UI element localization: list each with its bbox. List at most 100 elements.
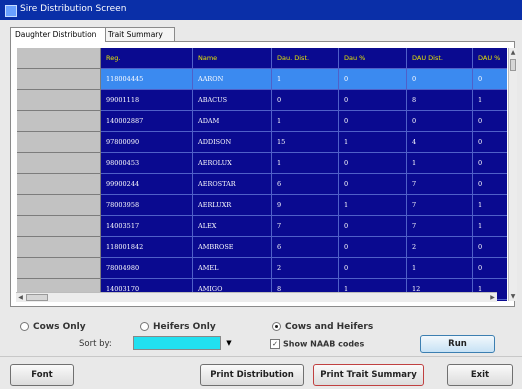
sort-by-field[interactable] [133,336,221,350]
table-cell[interactable]: ADDISON [193,132,272,153]
table-cell[interactable]: 2 [407,237,473,258]
table-cell[interactable]: 1 [272,69,339,90]
scroll-down-icon[interactable]: ▼ [509,292,517,301]
scroll-up-icon[interactable]: ▲ [509,48,517,57]
table-cell[interactable]: AERLUXR [193,195,272,216]
table-cell[interactable]: 97800090 [101,132,193,153]
radio-cows-only-icon[interactable] [20,322,29,331]
table-cell[interactable]: 1 [272,111,339,132]
radio-cows-and-heifers[interactable]: Cows and Heifers [272,322,373,332]
scroll-left-icon[interactable]: ◀ [16,293,25,302]
column-header[interactable]: Name [193,48,272,69]
row-header[interactable] [17,132,101,153]
row-header[interactable] [17,216,101,237]
table-cell[interactable]: 78004980 [101,258,193,279]
table-cell[interactable]: 0 [473,132,507,153]
horizontal-scrollbar[interactable]: ◀ ▶ [16,292,497,302]
table-cell[interactable]: 0 [339,258,407,279]
table-cell[interactable]: 1 [473,216,507,237]
horizontal-scroll-thumb[interactable] [26,294,48,301]
data-grid[interactable]: Reg. Name Dau. Dist. Dau % DAU Dist. DAU % 118… [17,48,507,301]
row-header[interactable] [17,90,101,111]
table-cell[interactable]: 0 [272,90,339,111]
checkbox-icon[interactable]: ✓ [270,339,280,349]
table-cell[interactable]: 15 [272,132,339,153]
table-cell[interactable]: 118004445 [101,69,193,90]
chevron-down-icon[interactable]: ▼ [223,336,235,350]
table-cell[interactable]: 0 [339,237,407,258]
radio-heifers-only[interactable]: Heifers Only [140,322,216,332]
row-header[interactable] [17,69,101,90]
table-cell[interactable]: AMBROSE [193,237,272,258]
table-cell[interactable]: 14003517 [101,216,193,237]
table-cell[interactable]: 7 [407,174,473,195]
table-cell[interactable]: AARON [193,69,272,90]
table-cell[interactable]: 0 [339,153,407,174]
table-cell[interactable]: 0 [339,216,407,237]
print-distribution-button[interactable]: Print Distribution [200,364,304,386]
table-cell[interactable]: ADAM [193,111,272,132]
table-cell[interactable]: 0 [473,111,507,132]
table-cell[interactable]: 1 [473,90,507,111]
scroll-right-icon[interactable]: ▶ [488,293,497,302]
table-cell[interactable]: 1 [339,132,407,153]
table-cell[interactable]: 1 [407,258,473,279]
table-cell[interactable]: 6 [272,174,339,195]
table-cell[interactable]: 1 [339,195,407,216]
table-cell[interactable]: 0 [339,69,407,90]
table-cell[interactable]: 0 [473,258,507,279]
font-button[interactable]: Font [10,364,74,386]
row-header[interactable] [17,195,101,216]
table-cell[interactable]: 9 [272,195,339,216]
table-cell[interactable]: 99001118 [101,90,193,111]
table-cell[interactable]: 78003958 [101,195,193,216]
table-cell[interactable]: 0 [473,69,507,90]
table-cell[interactable]: AEROSTAR [193,174,272,195]
table-cell[interactable]: 7 [407,216,473,237]
tab-trait-summary[interactable]: Trait Summary [103,27,175,41]
table-cell[interactable]: ABACUS [193,90,272,111]
column-header[interactable]: DAU Dist. [407,48,473,69]
print-trait-summary-button[interactable]: Print Trait Summary [313,364,424,386]
table-cell[interactable]: 1 [407,153,473,174]
column-header[interactable]: DAU % [473,48,507,69]
table-cell[interactable]: 99900244 [101,174,193,195]
radio-heifers-only-icon[interactable] [140,322,149,331]
row-header[interactable] [17,111,101,132]
column-header[interactable]: Reg. [101,48,193,69]
row-header[interactable] [17,258,101,279]
table-cell[interactable]: 8 [407,90,473,111]
table-cell[interactable]: 118001842 [101,237,193,258]
table-cell[interactable]: 6 [272,237,339,258]
table-cell[interactable]: 7 [407,195,473,216]
table-cell[interactable]: 0 [339,90,407,111]
table-cell[interactable]: AEROLUX [193,153,272,174]
row-header[interactable] [17,153,101,174]
row-header[interactable] [17,174,101,195]
sort-by-select[interactable]: ▼ [133,336,237,350]
table-cell[interactable]: 98000453 [101,153,193,174]
table-cell[interactable]: 2 [272,258,339,279]
table-cell[interactable]: 0 [473,237,507,258]
table-cell[interactable]: 0 [407,69,473,90]
vertical-scrollbar[interactable]: ▲ ▼ [508,48,517,301]
radio-cows-only[interactable]: Cows Only [20,322,86,332]
table-cell[interactable]: 0 [473,153,507,174]
column-header[interactable]: Dau. Dist. [272,48,339,69]
table-cell[interactable]: 0 [473,174,507,195]
exit-button[interactable]: Exit [447,364,513,386]
table-cell[interactable]: 0 [339,174,407,195]
row-header[interactable] [17,237,101,258]
vertical-scroll-thumb[interactable] [510,59,516,71]
table-cell[interactable]: 140002887 [101,111,193,132]
column-header[interactable]: Dau % [339,48,407,69]
radio-cows-and-heifers-icon[interactable] [272,322,281,331]
table-cell[interactable]: 0 [407,111,473,132]
table-cell[interactable]: 1 [272,153,339,174]
table-cell[interactable]: 0 [339,111,407,132]
table-cell[interactable]: 4 [407,132,473,153]
table-cell[interactable]: 7 [272,216,339,237]
tab-daughter-distribution[interactable]: Daughter Distribution [10,27,106,42]
table-cell[interactable]: AMEL [193,258,272,279]
show-naab-codes-checkbox[interactable]: ✓ Show NAAB codes [270,339,364,349]
